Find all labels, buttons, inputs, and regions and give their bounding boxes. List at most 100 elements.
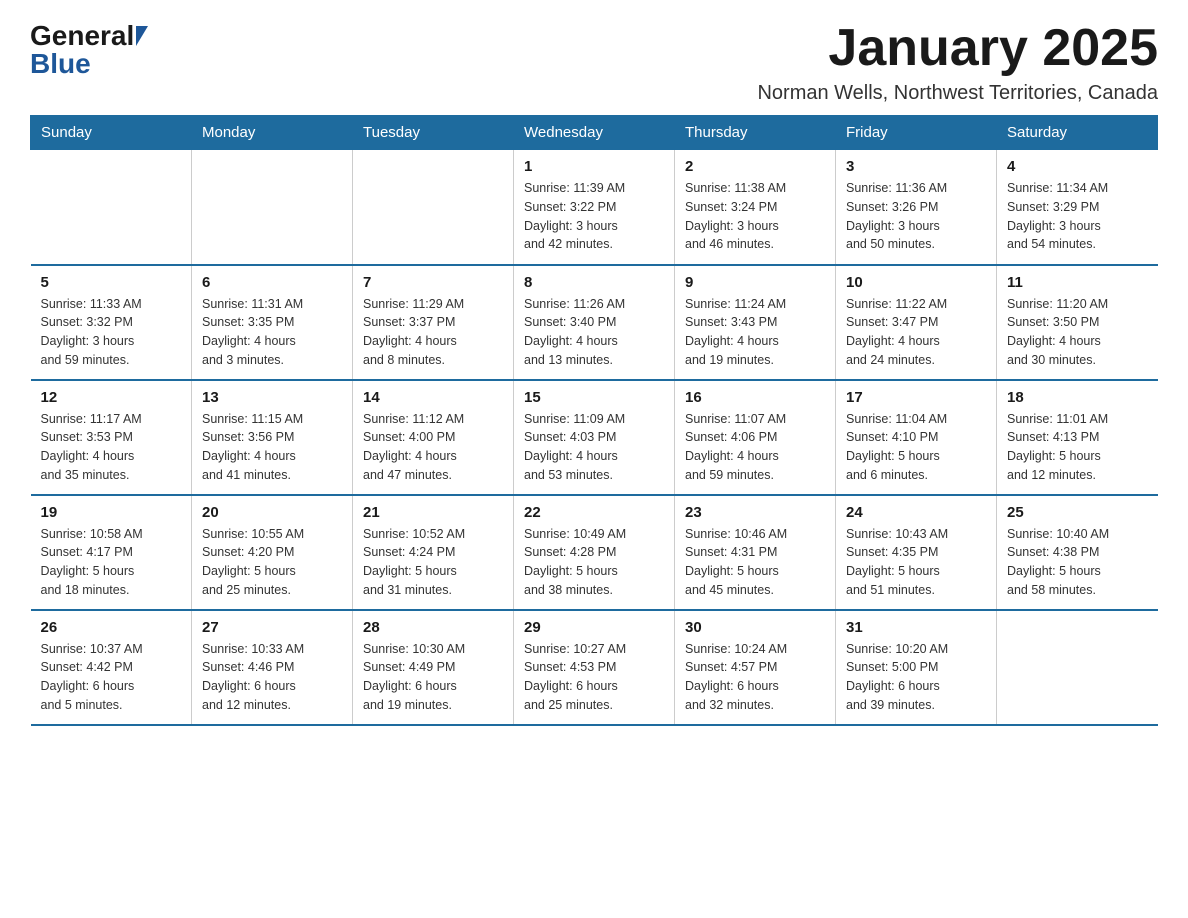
column-header-thursday: Thursday	[675, 116, 836, 150]
day-info: Sunrise: 11:07 AM Sunset: 4:06 PM Daylig…	[685, 410, 825, 485]
calendar-cell: 28 Sunrise: 10:30 AM Sunset: 4:49 PM Dayl…	[353, 610, 514, 725]
day-number: 9	[685, 274, 825, 291]
calendar-cell: 4Sunrise: 11:34 AM Sunset: 3:29 PM Dayli…	[997, 150, 1158, 265]
calendar-cell: 26Sunrise: 10:37 AM Sunset: 4:42 PM Dayl…	[31, 610, 192, 725]
day-info: Sunrise: 10:33 AM Sunset: 4:46 PM Daylig…	[202, 640, 342, 715]
day-info: Sunrise: 11:09 AM Sunset: 4:03 PM Daylig…	[524, 410, 664, 485]
calendar-cell: 15 Sunrise: 11:09 AM Sunset: 4:03 PM Dayl…	[514, 380, 675, 495]
day-info: Sunrise: 10:43 AM Sunset: 4:35 PM Daylig…	[846, 525, 986, 600]
day-number: 10	[846, 274, 986, 291]
calendar-cell: 17Sunrise: 11:04 AM Sunset: 4:10 PM Dayl…	[836, 380, 997, 495]
calendar-cell	[353, 150, 514, 265]
day-info: Sunrise: 11:36 AM Sunset: 3:26 PM Daylig…	[846, 179, 986, 254]
logo-triangle-icon	[136, 26, 148, 46]
day-number: 6	[202, 274, 342, 291]
day-info: Sunrise: 10:24 AM Sunset: 4:57 PM Daylig…	[685, 640, 825, 715]
calendar-cell	[192, 150, 353, 265]
calendar-cell: 7 Sunrise: 11:29 AM Sunset: 3:37 PM Dayli…	[353, 265, 514, 380]
calendar-cell: 23Sunrise: 10:46 AM Sunset: 4:31 PM Dayl…	[675, 495, 836, 610]
calendar-week-row: 1 Sunrise: 11:39 AM Sunset: 3:22 PM Dayli…	[31, 150, 1158, 265]
day-info: Sunrise: 11:38 AM Sunset: 3:24 PM Daylig…	[685, 179, 825, 254]
day-info: Sunrise: 10:46 AM Sunset: 4:31 PM Daylig…	[685, 525, 825, 600]
calendar-header-row: SundayMondayTuesdayWednesdayThursdayFrid…	[31, 116, 1158, 150]
day-info: Sunrise: 10:20 AM Sunset: 5:00 PM Daylig…	[846, 640, 986, 715]
calendar-cell: 29 Sunrise: 10:27 AM Sunset: 4:53 PM Dayl…	[514, 610, 675, 725]
day-number: 21	[363, 504, 503, 521]
calendar-cell: 13 Sunrise: 11:15 AM Sunset: 3:56 PM Dayl…	[192, 380, 353, 495]
calendar-cell: 31 Sunrise: 10:20 AM Sunset: 5:00 PM Dayl…	[836, 610, 997, 725]
day-number: 19	[41, 504, 182, 521]
calendar-cell: 11Sunrise: 11:20 AM Sunset: 3:50 PM Dayl…	[997, 265, 1158, 380]
day-info: Sunrise: 10:30 AM Sunset: 4:49 PM Daylig…	[363, 640, 503, 715]
day-info: Sunrise: 11:17 AM Sunset: 3:53 PM Daylig…	[41, 410, 182, 485]
calendar-cell: 21 Sunrise: 10:52 AM Sunset: 4:24 PM Dayl…	[353, 495, 514, 610]
day-info: Sunrise: 11:24 AM Sunset: 3:43 PM Daylig…	[685, 295, 825, 370]
day-info: Sunrise: 11:20 AM Sunset: 3:50 PM Daylig…	[1007, 295, 1148, 370]
column-header-tuesday: Tuesday	[353, 116, 514, 150]
day-info: Sunrise: 11:01 AM Sunset: 4:13 PM Daylig…	[1007, 410, 1148, 485]
calendar-cell: 16Sunrise: 11:07 AM Sunset: 4:06 PM Dayl…	[675, 380, 836, 495]
day-number: 8	[524, 274, 664, 291]
day-number: 30	[685, 619, 825, 636]
day-info: Sunrise: 11:31 AM Sunset: 3:35 PM Daylig…	[202, 295, 342, 370]
column-header-monday: Monday	[192, 116, 353, 150]
calendar-cell: 25 Sunrise: 10:40 AM Sunset: 4:38 PM Dayl…	[997, 495, 1158, 610]
calendar-cell: 22Sunrise: 10:49 AM Sunset: 4:28 PM Dayl…	[514, 495, 675, 610]
title-section: January 2025 Norman Wells, Northwest Ter…	[757, 20, 1158, 105]
calendar-cell: 6 Sunrise: 11:31 AM Sunset: 3:35 PM Dayli…	[192, 265, 353, 380]
column-header-friday: Friday	[836, 116, 997, 150]
calendar-cell	[31, 150, 192, 265]
calendar-cell: 20Sunrise: 10:55 AM Sunset: 4:20 PM Dayl…	[192, 495, 353, 610]
calendar-cell: 24 Sunrise: 10:43 AM Sunset: 4:35 PM Dayl…	[836, 495, 997, 610]
day-number: 7	[363, 274, 503, 291]
calendar-cell: 30 Sunrise: 10:24 AM Sunset: 4:57 PM Dayl…	[675, 610, 836, 725]
calendar-cell: 18 Sunrise: 11:01 AM Sunset: 4:13 PM Dayl…	[997, 380, 1158, 495]
day-info: Sunrise: 11:29 AM Sunset: 3:37 PM Daylig…	[363, 295, 503, 370]
calendar-week-row: 12 Sunrise: 11:17 AM Sunset: 3:53 PM Dayl…	[31, 380, 1158, 495]
logo-blue-text: Blue	[30, 48, 91, 80]
day-number: 24	[846, 504, 986, 521]
day-info: Sunrise: 11:15 AM Sunset: 3:56 PM Daylig…	[202, 410, 342, 485]
day-number: 13	[202, 389, 342, 406]
day-info: Sunrise: 11:26 AM Sunset: 3:40 PM Daylig…	[524, 295, 664, 370]
calendar-cell: 3 Sunrise: 11:36 AM Sunset: 3:26 PM Dayli…	[836, 150, 997, 265]
calendar-cell: 10 Sunrise: 11:22 AM Sunset: 3:47 PM Dayl…	[836, 265, 997, 380]
day-number: 14	[363, 389, 503, 406]
calendar-cell: 1 Sunrise: 11:39 AM Sunset: 3:22 PM Dayli…	[514, 150, 675, 265]
day-number: 15	[524, 389, 664, 406]
day-number: 3	[846, 158, 986, 175]
day-number: 5	[41, 274, 182, 291]
day-info: Sunrise: 10:58 AM Sunset: 4:17 PM Daylig…	[41, 525, 182, 600]
page-header: General Blue January 2025 Norman Wells, …	[30, 20, 1158, 105]
day-number: 20	[202, 504, 342, 521]
day-number: 29	[524, 619, 664, 636]
calendar-week-row: 26Sunrise: 10:37 AM Sunset: 4:42 PM Dayl…	[31, 610, 1158, 725]
column-header-saturday: Saturday	[997, 116, 1158, 150]
calendar-cell: 19 Sunrise: 10:58 AM Sunset: 4:17 PM Dayl…	[31, 495, 192, 610]
month-title: January 2025	[757, 20, 1158, 77]
day-info: Sunrise: 11:22 AM Sunset: 3:47 PM Daylig…	[846, 295, 986, 370]
day-number: 12	[41, 389, 182, 406]
day-info: Sunrise: 10:40 AM Sunset: 4:38 PM Daylig…	[1007, 525, 1148, 600]
day-number: 25	[1007, 504, 1148, 521]
day-number: 18	[1007, 389, 1148, 406]
day-info: Sunrise: 10:52 AM Sunset: 4:24 PM Daylig…	[363, 525, 503, 600]
day-info: Sunrise: 10:27 AM Sunset: 4:53 PM Daylig…	[524, 640, 664, 715]
calendar-cell: 14Sunrise: 11:12 AM Sunset: 4:00 PM Dayl…	[353, 380, 514, 495]
day-number: 1	[524, 158, 664, 175]
day-number: 31	[846, 619, 986, 636]
column-header-sunday: Sunday	[31, 116, 192, 150]
day-info: Sunrise: 11:39 AM Sunset: 3:22 PM Daylig…	[524, 179, 664, 254]
day-number: 2	[685, 158, 825, 175]
day-info: Sunrise: 11:04 AM Sunset: 4:10 PM Daylig…	[846, 410, 986, 485]
calendar-cell: 27Sunrise: 10:33 AM Sunset: 4:46 PM Dayl…	[192, 610, 353, 725]
day-info: Sunrise: 11:33 AM Sunset: 3:32 PM Daylig…	[41, 295, 182, 370]
day-number: 26	[41, 619, 182, 636]
day-number: 4	[1007, 158, 1148, 175]
calendar-cell: 9 Sunrise: 11:24 AM Sunset: 3:43 PM Dayli…	[675, 265, 836, 380]
calendar-cell: 5 Sunrise: 11:33 AM Sunset: 3:32 PM Dayli…	[31, 265, 192, 380]
day-number: 28	[363, 619, 503, 636]
calendar-week-row: 19 Sunrise: 10:58 AM Sunset: 4:17 PM Dayl…	[31, 495, 1158, 610]
logo: General Blue	[30, 20, 150, 80]
calendar-cell: 12 Sunrise: 11:17 AM Sunset: 3:53 PM Dayl…	[31, 380, 192, 495]
